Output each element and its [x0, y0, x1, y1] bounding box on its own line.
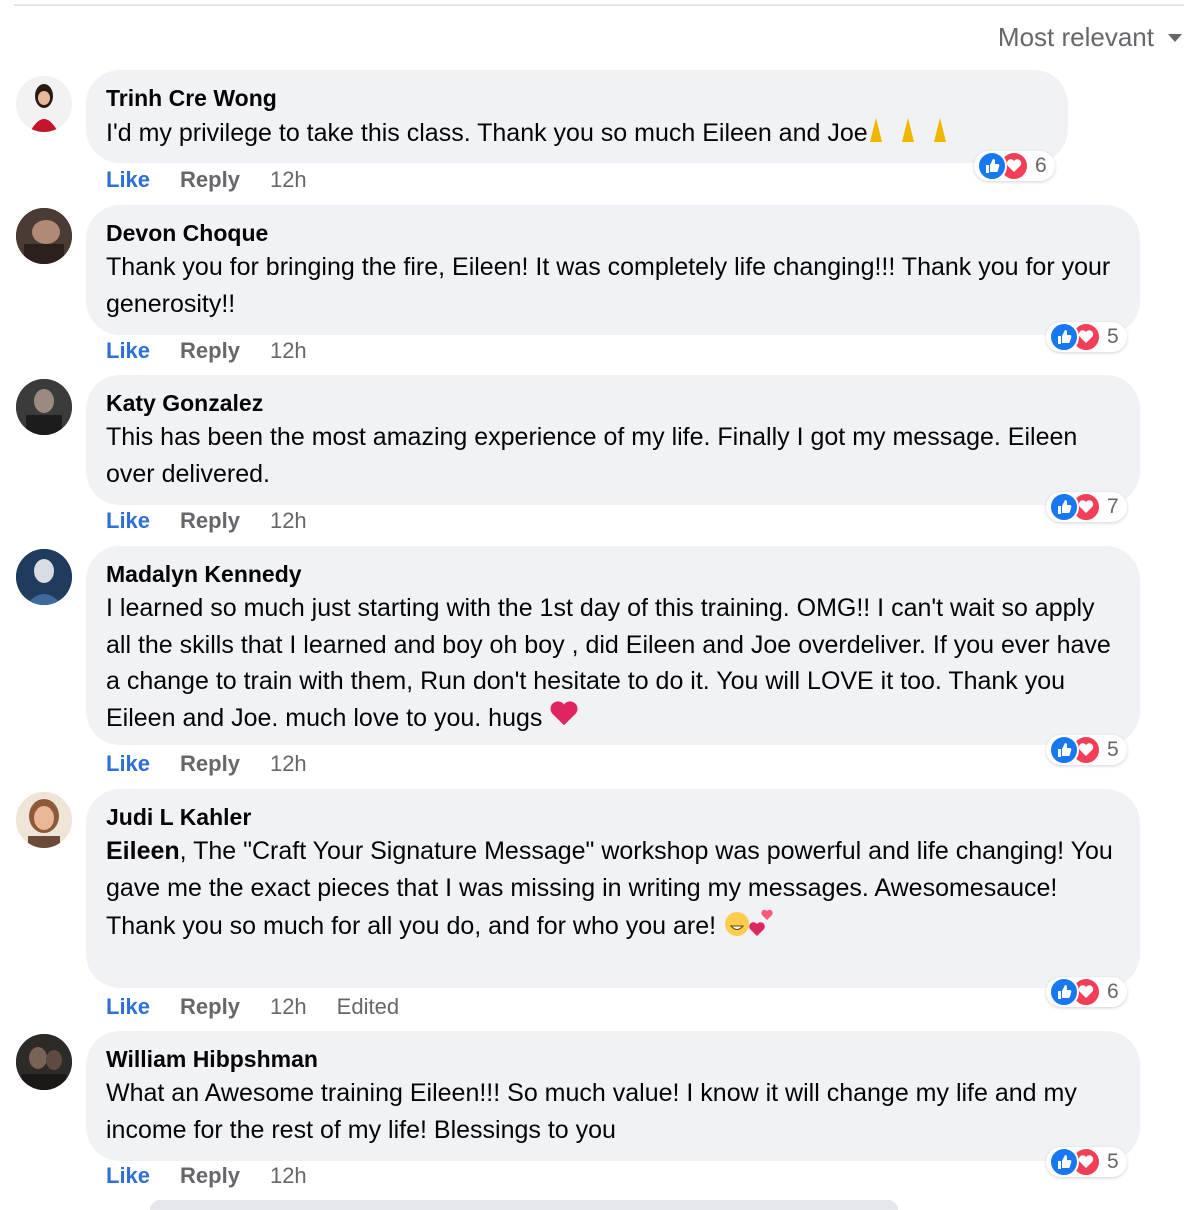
avatar[interactable] [16, 792, 72, 848]
sort-dropdown[interactable]: Most relevant [998, 22, 1182, 53]
reaction-summary[interactable]: 7 [1046, 492, 1127, 522]
comment-text: I learned so much just starting with the… [106, 590, 1118, 738]
reply-link[interactable]: Reply [180, 167, 240, 193]
avatar[interactable] [16, 379, 72, 435]
reaction-summary[interactable]: 5 [1046, 322, 1127, 352]
reply-link[interactable]: Reply [180, 1163, 240, 1189]
reaction-count: 7 [1107, 495, 1119, 518]
comment-actions: Like Reply 12h [106, 167, 307, 193]
timestamp[interactable]: 12h [270, 994, 307, 1020]
top-divider [14, 4, 1184, 6]
praying-hands-emoji [868, 114, 964, 155]
comment-actions: Like Reply 12h [106, 338, 307, 364]
timestamp[interactable]: 12h [270, 751, 307, 777]
comment-bubble: Madalyn Kennedy I learned so much just s… [86, 546, 1140, 745]
edited-label[interactable]: Edited [337, 994, 399, 1020]
reply-link[interactable]: Reply [180, 994, 240, 1020]
like-link[interactable]: Like [106, 1163, 150, 1189]
comment-text: This has been the most amazing experienc… [106, 423, 1078, 488]
like-reaction-icon [1049, 977, 1079, 1007]
comment-actions: Like Reply 12h Edited [106, 994, 399, 1020]
timestamp[interactable]: 12h [270, 167, 307, 193]
reaction-summary[interactable]: 5 [1046, 735, 1127, 765]
comment-author[interactable]: Judi L Kahler [106, 803, 1118, 831]
avatar[interactable] [16, 549, 72, 605]
comment-author[interactable]: Madalyn Kennedy [106, 560, 1118, 588]
comment-actions: Like Reply 12h [106, 508, 307, 534]
timestamp[interactable]: 12h [270, 1163, 307, 1189]
sort-label: Most relevant [997, 22, 1154, 52]
reply-link[interactable]: Reply [180, 338, 240, 364]
reply-link[interactable]: Reply [180, 508, 240, 534]
avatar[interactable] [16, 1034, 72, 1090]
like-reaction-icon [1049, 735, 1079, 765]
next-comment-edge [150, 1200, 898, 1210]
comment-bubble: Trinh Cre Wong I'd my privilege to take … [86, 70, 1068, 163]
avatar[interactable] [16, 208, 72, 264]
like-link[interactable]: Like [106, 167, 150, 193]
reaction-count: 6 [1035, 154, 1047, 177]
comment-bubble: William Hibpshman What an Awesome traini… [86, 1031, 1140, 1161]
like-reaction-icon [977, 151, 1007, 181]
reaction-count: 6 [1107, 980, 1119, 1003]
comment-text: What an Awesome training Eileen!!! So mu… [106, 1079, 1077, 1144]
heart-emoji [549, 700, 579, 739]
like-link[interactable]: Like [106, 994, 150, 1020]
comment-actions: Like Reply 12h [106, 1163, 307, 1189]
like-link[interactable]: Like [106, 508, 150, 534]
like-link[interactable]: Like [106, 338, 150, 364]
reply-link[interactable]: Reply [180, 751, 240, 777]
mention-link[interactable]: Eileen [106, 837, 180, 865]
comment-bubble: Katy Gonzalez This has been the most ama… [86, 375, 1140, 505]
comment-text: Thank you for bringing the fire, Eileen!… [106, 253, 1111, 318]
reaction-count: 5 [1107, 738, 1119, 761]
reaction-summary[interactable]: 6 [1046, 977, 1127, 1007]
comment-author[interactable]: Katy Gonzalez [106, 389, 1118, 417]
like-reaction-icon [1049, 322, 1079, 352]
comment-author[interactable]: William Hibpshman [106, 1045, 1118, 1073]
reaction-summary[interactable]: 6 [974, 151, 1055, 181]
comment-author[interactable]: Trinh Cre Wong [106, 84, 1046, 112]
comment-text: I'd my privilege to take this class. Tha… [106, 114, 1046, 155]
reaction-count: 5 [1107, 325, 1119, 348]
reaction-summary[interactable]: 5 [1046, 1147, 1127, 1177]
comment-bubble: Devon Choque Thank you for bringing the … [86, 205, 1140, 335]
like-reaction-icon [1049, 1147, 1079, 1177]
avatar[interactable] [16, 76, 72, 132]
like-link[interactable]: Like [106, 751, 150, 777]
caret-down-icon [1168, 33, 1182, 42]
like-reaction-icon [1049, 492, 1079, 522]
comment-author[interactable]: Devon Choque [106, 219, 1118, 247]
grin-and-hearts-emoji [723, 906, 775, 949]
comment-bubble: Judi L Kahler Eileen, The "Craft Your Si… [86, 789, 1140, 988]
comment-actions: Like Reply 12h [106, 751, 307, 777]
timestamp[interactable]: 12h [270, 338, 307, 364]
reaction-count: 5 [1107, 1150, 1119, 1173]
timestamp[interactable]: 12h [270, 508, 307, 534]
comment-text: Eileen, The "Craft Your Signature Messag… [106, 833, 1118, 949]
